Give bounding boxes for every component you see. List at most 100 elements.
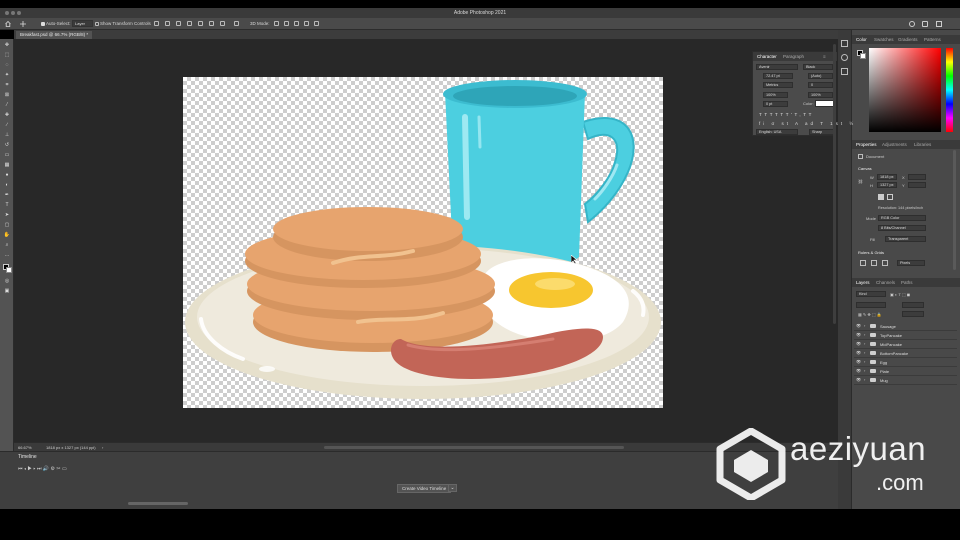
- leading-field[interactable]: (Auto): [808, 73, 833, 79]
- brush-tool-icon[interactable]: ∕: [3, 122, 11, 128]
- visibility-eye-icon[interactable]: 👁: [856, 342, 861, 346]
- timeline-dropdown-chevron-icon[interactable]: ⌄: [448, 484, 457, 492]
- opentype-buttons[interactable]: fi σ st A ad T 1st ½: [759, 121, 856, 126]
- auto-select-checkbox[interactable]: [41, 22, 45, 26]
- quick-mask-icon[interactable]: ◎: [3, 278, 11, 284]
- marquee-tool-icon[interactable]: ⬚: [3, 52, 11, 58]
- tab-swatches[interactable]: Swatches: [874, 37, 894, 42]
- tab-gradients[interactable]: Gradients: [898, 37, 918, 42]
- mode-dropdown[interactable]: RGB Color: [878, 215, 926, 221]
- layer-row[interactable]: 👁 › Egg: [854, 358, 957, 367]
- blend-mode-dropdown[interactable]: [856, 302, 886, 308]
- hue-slider[interactable]: [946, 48, 953, 132]
- home-icon[interactable]: [5, 20, 11, 27]
- height-field[interactable]: 1327 px: [877, 182, 897, 188]
- create-video-timeline-button[interactable]: Create Video Timeline: [397, 484, 452, 493]
- color-picker-field[interactable]: [869, 48, 941, 132]
- expand-chevron-icon[interactable]: ›: [864, 341, 865, 346]
- visibility-eye-icon[interactable]: 👁: [856, 351, 861, 355]
- font-family-dropdown[interactable]: Avenir: [756, 64, 798, 70]
- font-size-field[interactable]: 72.47 pt: [763, 73, 793, 79]
- orientation-portrait-icon[interactable]: [878, 194, 884, 200]
- document-canvas[interactable]: [183, 77, 663, 408]
- layer-row[interactable]: 👁 › Mug: [854, 376, 957, 385]
- search-icon[interactable]: [909, 21, 915, 27]
- expand-chevron-icon[interactable]: ›: [864, 368, 865, 373]
- properties-scrollbar[interactable]: [953, 150, 956, 270]
- distribute-icon[interactable]: [220, 21, 225, 26]
- blur-tool-icon[interactable]: ●: [3, 172, 11, 178]
- tab-character[interactable]: Character: [757, 54, 777, 59]
- share-icon[interactable]: [936, 21, 942, 27]
- zoom-level[interactable]: 66.67%: [18, 445, 32, 450]
- background-color-swatch[interactable]: [6, 267, 12, 273]
- align-left-icon[interactable]: [154, 21, 159, 26]
- tab-properties[interactable]: Properties: [856, 142, 877, 147]
- panel-menu-icon[interactable]: ≡: [823, 54, 826, 59]
- expand-chevron-icon[interactable]: ›: [864, 359, 865, 364]
- align-bottom-icon[interactable]: [209, 21, 214, 26]
- timeline-controls[interactable]: ⏮ ◂ ▶ ▸ ⏭ 🔊 ⚙ ✂ ▭: [18, 466, 67, 472]
- tab-paths[interactable]: Paths: [901, 280, 913, 285]
- fill-dropdown[interactable]: Transparent: [885, 236, 926, 242]
- ruler-icon[interactable]: [860, 260, 866, 266]
- 3d-orbit-icon[interactable]: [274, 21, 279, 26]
- lasso-tool-icon[interactable]: ◌: [3, 62, 11, 68]
- baseline-shift-field[interactable]: 0 pt: [763, 101, 788, 107]
- type-style-buttons[interactable]: TTTTTT'T,TT: [759, 112, 814, 117]
- type-tool-icon[interactable]: T: [3, 202, 11, 208]
- expand-chevron-icon[interactable]: ›: [864, 332, 865, 337]
- edit-toolbar-icon[interactable]: …: [3, 252, 11, 258]
- link-dimensions-icon[interactable]: ⛓: [858, 179, 863, 184]
- 3d-pan-icon[interactable]: [294, 21, 299, 26]
- layer-row[interactable]: 👁 › MidPancake: [854, 340, 957, 349]
- layer-row[interactable]: 👁 › TopPancake: [854, 331, 957, 340]
- bit-depth-dropdown[interactable]: 8 Bits/Channel: [878, 225, 926, 231]
- magic-wand-tool-icon[interactable]: ✦: [3, 72, 11, 78]
- visibility-eye-icon[interactable]: 👁: [856, 360, 861, 364]
- history-brush-tool-icon[interactable]: ↺: [3, 142, 11, 148]
- visibility-eye-icon[interactable]: 👁: [856, 369, 861, 373]
- section-canvas[interactable]: Canvas: [858, 166, 872, 171]
- pen-tool-icon[interactable]: ✒: [3, 192, 11, 198]
- align-top-icon[interactable]: [187, 21, 192, 26]
- width-field[interactable]: 1818 px: [877, 174, 897, 180]
- tracking-field[interactable]: 0: [808, 82, 833, 88]
- font-style-dropdown[interactable]: Black: [803, 64, 833, 70]
- vertical-scrollbar[interactable]: [833, 44, 836, 324]
- fill-opacity-field[interactable]: [902, 311, 924, 317]
- tab-layers[interactable]: Layers: [856, 280, 870, 285]
- tab-color[interactable]: Color: [856, 37, 867, 42]
- layer-row[interactable]: 👁 › Sausage: [854, 322, 957, 331]
- tab-channels[interactable]: Channels: [876, 280, 895, 285]
- kerning-field[interactable]: Metrics: [763, 82, 793, 88]
- guides-icon[interactable]: [882, 260, 888, 266]
- path-selection-tool-icon[interactable]: ➤: [3, 212, 11, 218]
- healing-brush-tool-icon[interactable]: ✚: [3, 112, 11, 118]
- auto-select-dropdown[interactable]: Layer: [72, 20, 93, 27]
- tab-paragraph[interactable]: Paragraph: [783, 54, 804, 59]
- antialias-dropdown[interactable]: Sharp: [809, 129, 834, 135]
- crop-tool-icon[interactable]: ⌗: [3, 82, 11, 88]
- section-rulers-grids[interactable]: Rulers & Grids: [858, 250, 884, 255]
- more-options-icon[interactable]: [234, 21, 239, 26]
- screen-mode-icon[interactable]: ▣: [3, 288, 11, 294]
- history-panel-icon[interactable]: [841, 40, 848, 47]
- move-tool-icon[interactable]: [20, 21, 26, 27]
- visibility-eye-icon[interactable]: 👁: [856, 378, 861, 382]
- lock-icons[interactable]: ▦ ✎ ✥ ⬚ 🔒: [858, 312, 882, 317]
- layer-row[interactable]: 👁 › BottomPancake: [854, 349, 957, 358]
- opacity-field[interactable]: [902, 302, 924, 308]
- eyedropper-tool-icon[interactable]: ⁄: [3, 102, 11, 108]
- layer-row[interactable]: 👁 › Plate: [854, 367, 957, 376]
- character-panel-icon[interactable]: [841, 68, 848, 75]
- layer-filter-kind[interactable]: Kind: [856, 291, 886, 297]
- visibility-eye-icon[interactable]: 👁: [856, 333, 861, 337]
- layer-filter-icons[interactable]: ▣ ◐ T ⬚ ◼: [890, 292, 930, 297]
- expand-chevron-icon[interactable]: ›: [864, 323, 865, 328]
- align-center-icon[interactable]: [165, 21, 170, 26]
- orientation-landscape-icon[interactable]: [887, 194, 893, 200]
- status-menu-chevron-icon[interactable]: ›: [102, 445, 103, 450]
- tab-patterns[interactable]: Patterns: [924, 37, 941, 42]
- hand-tool-icon[interactable]: ✋: [3, 232, 11, 238]
